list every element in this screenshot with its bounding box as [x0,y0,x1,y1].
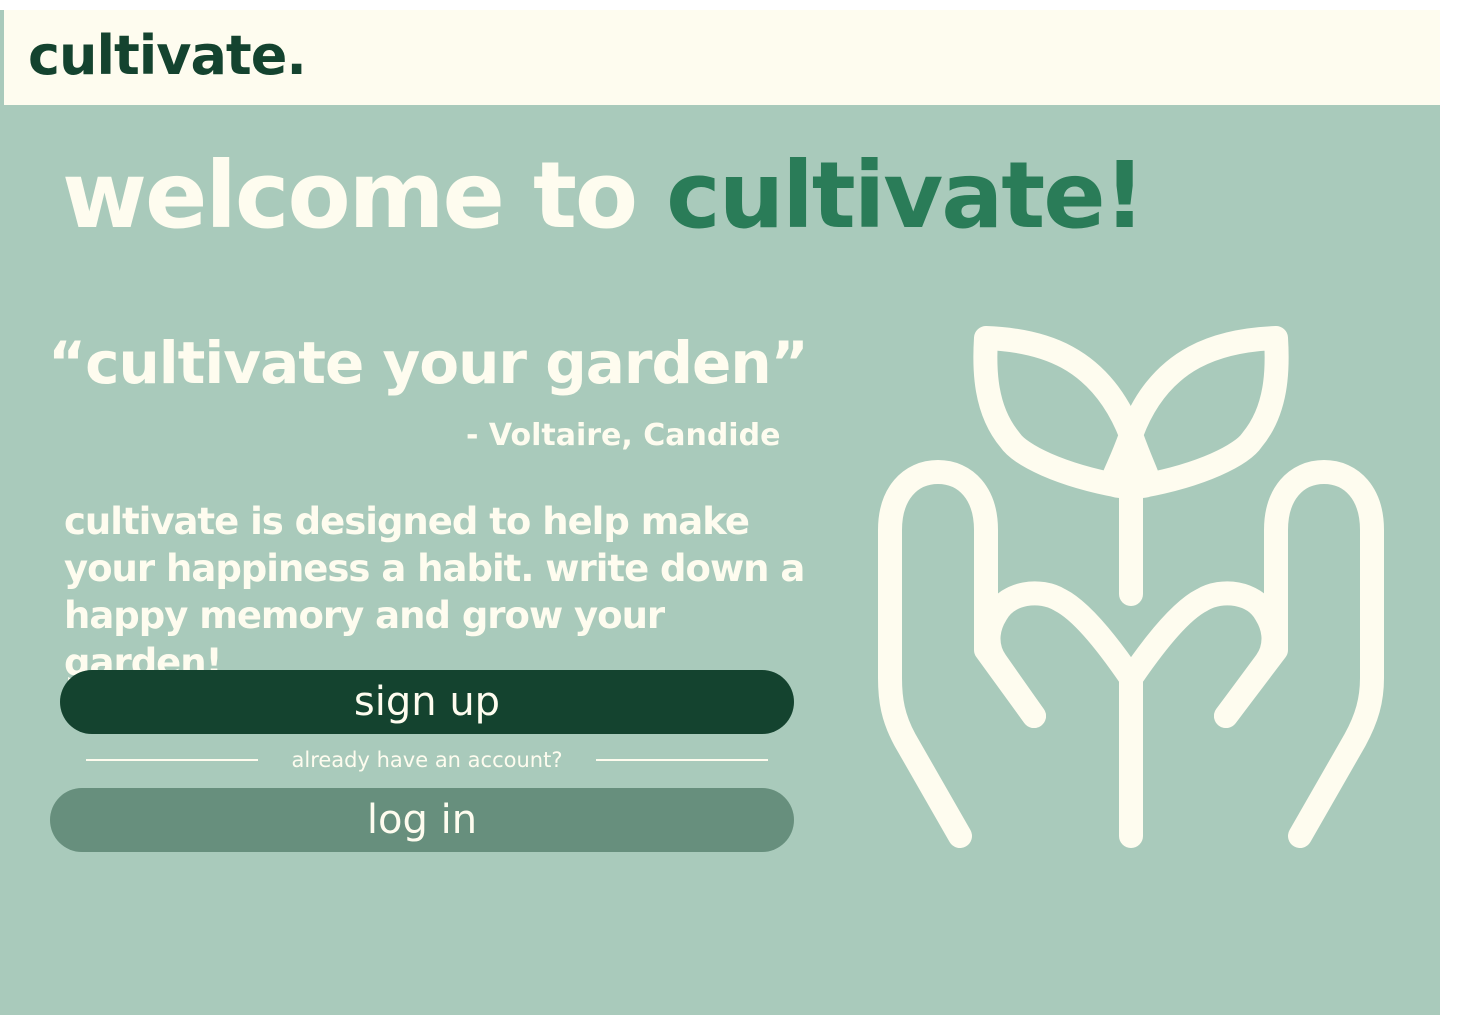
quote-text: “cultivate your garden” [48,329,809,397]
app-description: cultivate is designed to help make your … [64,500,805,684]
welcome-prefix: welcome to [62,142,667,249]
sign-up-button[interactable]: sign up [60,670,794,734]
divider-line-left [86,759,258,761]
welcome-accent: cultivate! [666,142,1145,249]
app-window: cultivate. welcome to cultivate! “cultiv… [0,10,1440,1015]
quote-attribution: - Voltaire, Candide [466,418,781,453]
top-bar: cultivate. [0,10,1440,105]
divider-line-right [596,759,768,761]
brand-logo[interactable]: cultivate. [28,24,307,88]
divider-text: already have an account? [291,748,563,772]
log-in-button[interactable]: log in [50,788,794,852]
hands-holding-sprout-icon [878,326,1384,848]
welcome-heading: welcome to cultivate! [62,146,1146,246]
